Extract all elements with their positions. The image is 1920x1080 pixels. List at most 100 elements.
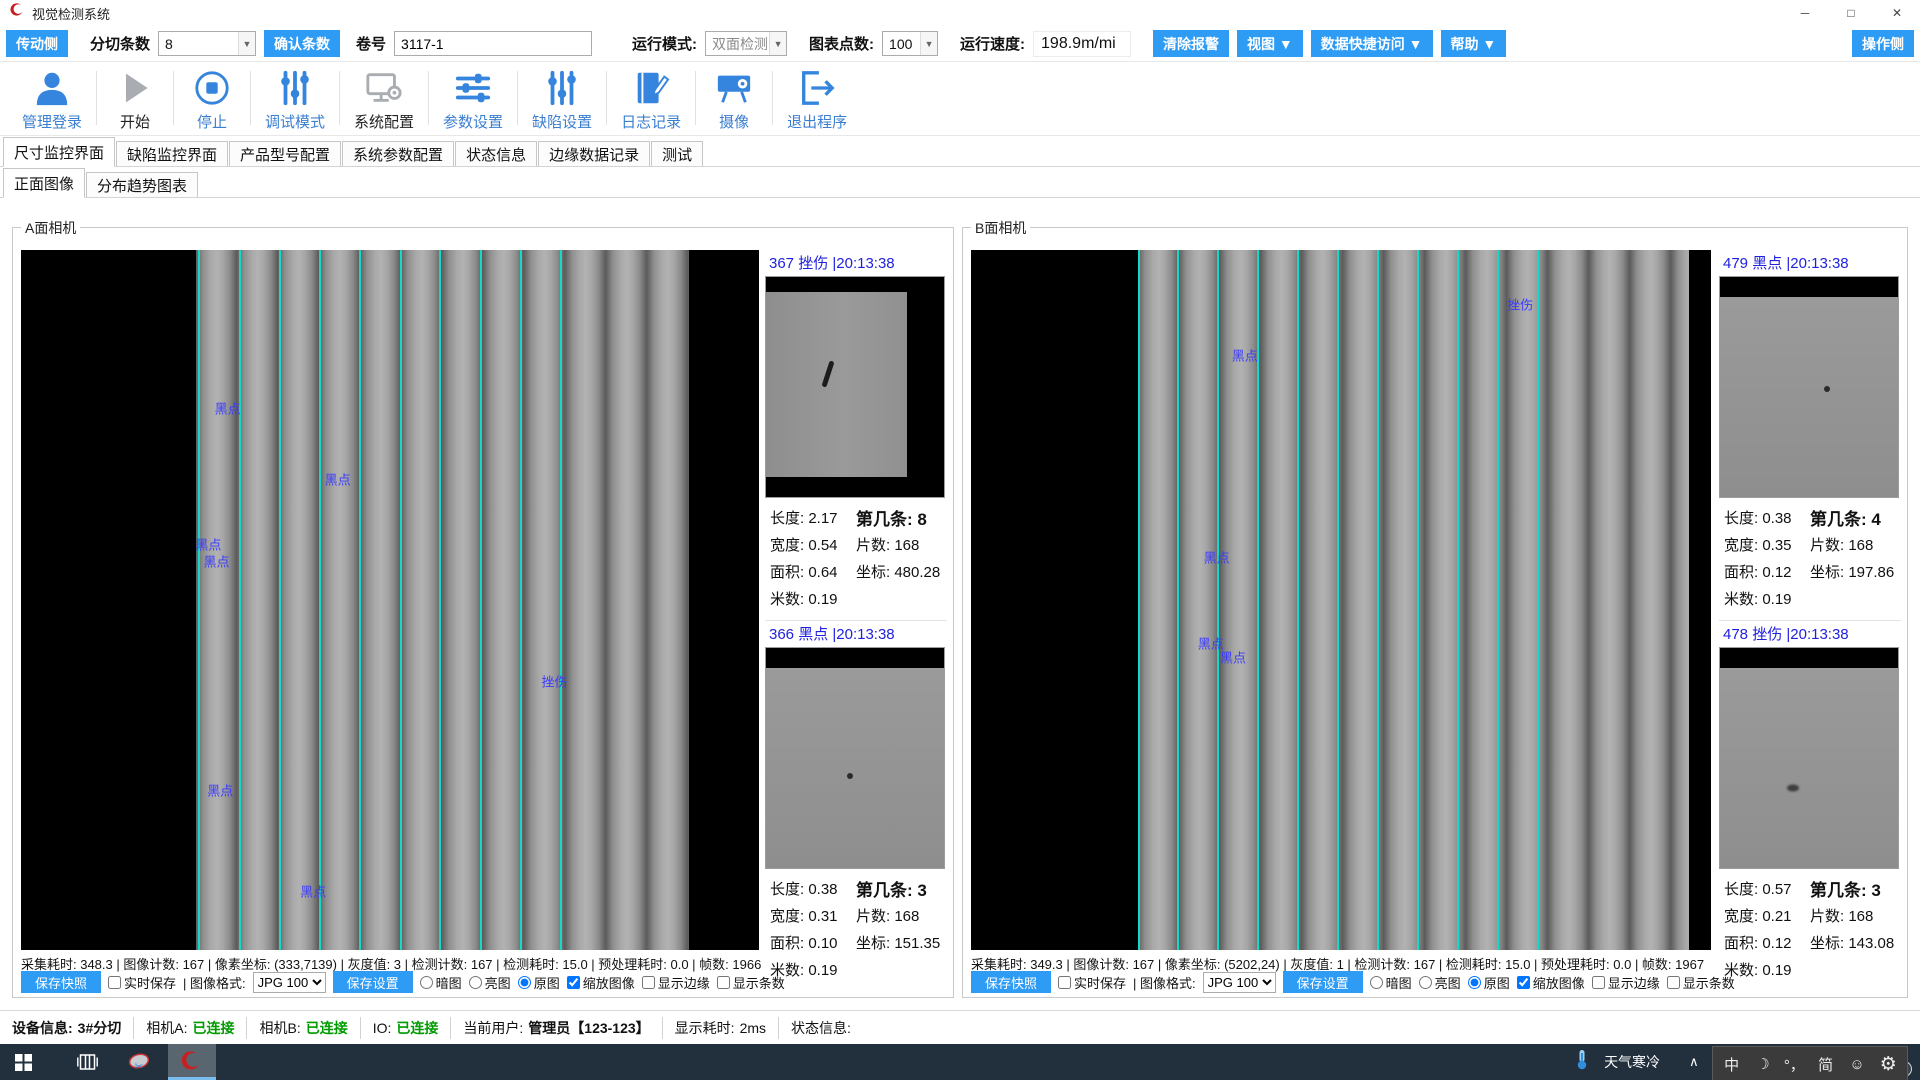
toolbar-param-settings-button[interactable]: 参数设置 <box>429 62 517 132</box>
ime-punctuation-toggle-icon[interactable]: °， <box>1779 1054 1810 1075</box>
defect-field: 片数: 168 <box>856 905 919 926</box>
original-image-radio[interactable]: 原图 <box>518 973 560 992</box>
help-menu-button[interactable]: 帮助 ▼ <box>1441 30 1507 57</box>
strip-count-select[interactable]: 8 ▼ <box>158 31 256 56</box>
confirm-strips-button[interactable]: 确认条数 <box>264 30 340 57</box>
sub-tab-1[interactable]: 分布趋势图表 <box>86 172 198 197</box>
run-mode-select[interactable]: 双面检测 ▼ <box>705 31 787 56</box>
main-tab-0[interactable]: 尺寸监控界面 <box>3 137 115 167</box>
snip-tool-button[interactable]: ✂ <box>116 1044 162 1080</box>
view-menu-button[interactable]: 视图 ▼ <box>1237 30 1303 57</box>
toolbar-capture-button[interactable]: 摄像 <box>696 62 772 132</box>
sub-tab-0[interactable]: 正面图像 <box>3 168 85 198</box>
main-tab-4[interactable]: 状态信息 <box>455 141 537 166</box>
image-format-select[interactable]: JPG 100 <box>1203 972 1276 993</box>
defect-field: 长度: 0.38 <box>1724 507 1810 528</box>
panel-b-controls: 保存快照 实时保存 | 图像格式: JPG 100 保存设置 暗图 亮图 原图 … <box>971 971 1735 993</box>
quick-access-menu-button[interactable]: 数据快捷访问 ▼ <box>1311 30 1433 57</box>
app-logo-icon <box>10 3 25 23</box>
ime-simplified-toggle[interactable]: 简 <box>1810 1054 1841 1075</box>
toolbar-debug-mode-button[interactable]: 调试模式 <box>251 62 339 132</box>
close-button[interactable]: ✕ <box>1874 0 1920 26</box>
thermometer-icon[interactable] <box>1575 1049 1589 1075</box>
ime-emoji-icon[interactable]: ☺ <box>1841 1056 1872 1073</box>
camera-a-label: 相机A: <box>146 1018 187 1038</box>
defect-field: 宽度: 0.31 <box>770 905 856 926</box>
bright-image-radio[interactable]: 亮图 <box>469 973 511 992</box>
main-tab-3[interactable]: 系统参数配置 <box>342 141 454 166</box>
drive-side-button[interactable]: 传动侧 <box>6 30 68 57</box>
maximize-button[interactable]: □ <box>1828 0 1874 26</box>
defect-field: 第几条: 8 <box>856 505 927 530</box>
dark-image-radio[interactable]: 暗图 <box>1370 973 1412 992</box>
realtime-save-label: 实时保存 <box>1074 973 1126 992</box>
toolbar-admin-login-button[interactable]: 管理登录 <box>8 62 96 132</box>
dark-image-radio[interactable]: 暗图 <box>420 973 462 992</box>
show-edge-checkbox[interactable]: 显示边缘 <box>642 973 710 992</box>
defect-field: 坐标: 143.08 <box>1810 932 1894 953</box>
current-user-label: 当前用户: <box>463 1018 523 1038</box>
toolbar-log-record-button[interactable]: 日志记录 <box>607 62 695 132</box>
toolbar-system-config-button[interactable]: 系统配置 <box>340 62 428 132</box>
save-snapshot-button[interactable]: 保存快照 <box>21 971 101 993</box>
task-view-button[interactable] <box>64 1044 110 1080</box>
strip-count-value: 8 <box>165 36 238 52</box>
roll-number-input[interactable] <box>394 31 592 56</box>
show-strip-count-checkbox[interactable]: 显示条数 <box>1667 973 1735 992</box>
cut-position-line <box>1138 250 1140 950</box>
defect-record: 367 挫伤 |20:13:38长度: 2.17第几条: 8宽度: 0.54片数… <box>765 250 947 612</box>
user-icon <box>33 68 71 108</box>
chevron-down-icon: ▼ <box>238 32 255 55</box>
cut-position-line <box>1217 250 1219 950</box>
defect-snapshot-image <box>1719 276 1899 498</box>
main-tab-2[interactable]: 产品型号配置 <box>229 141 341 166</box>
main-tab-6[interactable]: 测试 <box>651 141 703 166</box>
ime-settings-gear-icon[interactable]: ⚙ <box>1873 1053 1904 1076</box>
defect-field: 第几条: 3 <box>1810 876 1881 901</box>
image-format-select[interactable]: JPG 100 <box>253 972 326 993</box>
defect-field: 片数: 168 <box>1810 905 1873 926</box>
bright-image-radio[interactable]: 亮图 <box>1419 973 1461 992</box>
original-image-radio[interactable]: 原图 <box>1468 973 1510 992</box>
cut-position-line <box>319 250 321 950</box>
chart-points-value: 100 <box>889 36 920 52</box>
main-tab-1[interactable]: 缺陷监控界面 <box>116 141 228 166</box>
main-tab-5[interactable]: 边缘数据记录 <box>538 141 650 166</box>
save-settings-button[interactable]: 保存设置 <box>1283 971 1363 993</box>
zoom-image-checkbox[interactable]: 缩放图像 <box>567 973 635 992</box>
panel-a-title: A面相机 <box>21 218 80 238</box>
weather-status[interactable]: 天气寒冷 <box>1604 1052 1660 1072</box>
realtime-save-checkbox[interactable]: 实时保存 <box>1058 973 1126 992</box>
toolbar-stop-button[interactable]: 停止 <box>174 62 250 132</box>
operator-side-button[interactable]: 操作侧 <box>1852 30 1914 57</box>
zoom-image-checkbox[interactable]: 缩放图像 <box>1517 973 1585 992</box>
defect-mark <box>1787 784 1799 791</box>
defect-snapshot-image <box>765 276 945 498</box>
run-mode-value: 双面检测 <box>712 34 769 54</box>
content-area: A面相机 黑点黑点黑点黑点挫伤黑点黑点 367 挫伤 |20:13:38长度: … <box>0 198 1920 1010</box>
show-edge-checkbox[interactable]: 显示边缘 <box>1592 973 1660 992</box>
toolbar-start-button[interactable]: 开始 <box>97 62 173 132</box>
inspection-app-taskbar-button[interactable] <box>168 1044 216 1080</box>
ime-shape-toggle-icon[interactable]: ☽ <box>1747 1055 1778 1073</box>
show-strip-count-checkbox[interactable]: 显示条数 <box>717 973 785 992</box>
ime-toolbar: 中 ☽ °， 简 ☺ ⚙ <box>1712 1046 1908 1080</box>
ime-mode-toggle[interactable]: 中 <box>1716 1054 1747 1075</box>
toolbar-exit-program-button[interactable]: 退出程序 <box>773 62 861 132</box>
cut-position-line <box>1417 250 1419 950</box>
chart-points-select[interactable]: 100 ▼ <box>882 31 938 56</box>
clear-alarm-button[interactable]: 清除报警 <box>1153 30 1229 57</box>
cut-position-line <box>1377 250 1379 950</box>
camera-icon <box>714 68 754 108</box>
tray-chevron-up-icon[interactable]: ∧ <box>1689 1054 1699 1070</box>
minimize-button[interactable]: ─ <box>1782 0 1828 26</box>
realtime-save-checkbox[interactable]: 实时保存 <box>108 973 176 992</box>
defect-snapshot-image <box>765 647 945 869</box>
save-snapshot-button[interactable]: 保存快照 <box>971 971 1051 993</box>
dark-image-label: 暗图 <box>436 973 462 992</box>
defect-field: 宽度: 0.21 <box>1724 905 1810 926</box>
save-settings-button[interactable]: 保存设置 <box>333 971 413 993</box>
start-button[interactable] <box>0 1044 46 1080</box>
toolbar-defect-settings-button[interactable]: 缺陷设置 <box>518 62 606 132</box>
vertical-sliders-icon <box>276 68 314 108</box>
